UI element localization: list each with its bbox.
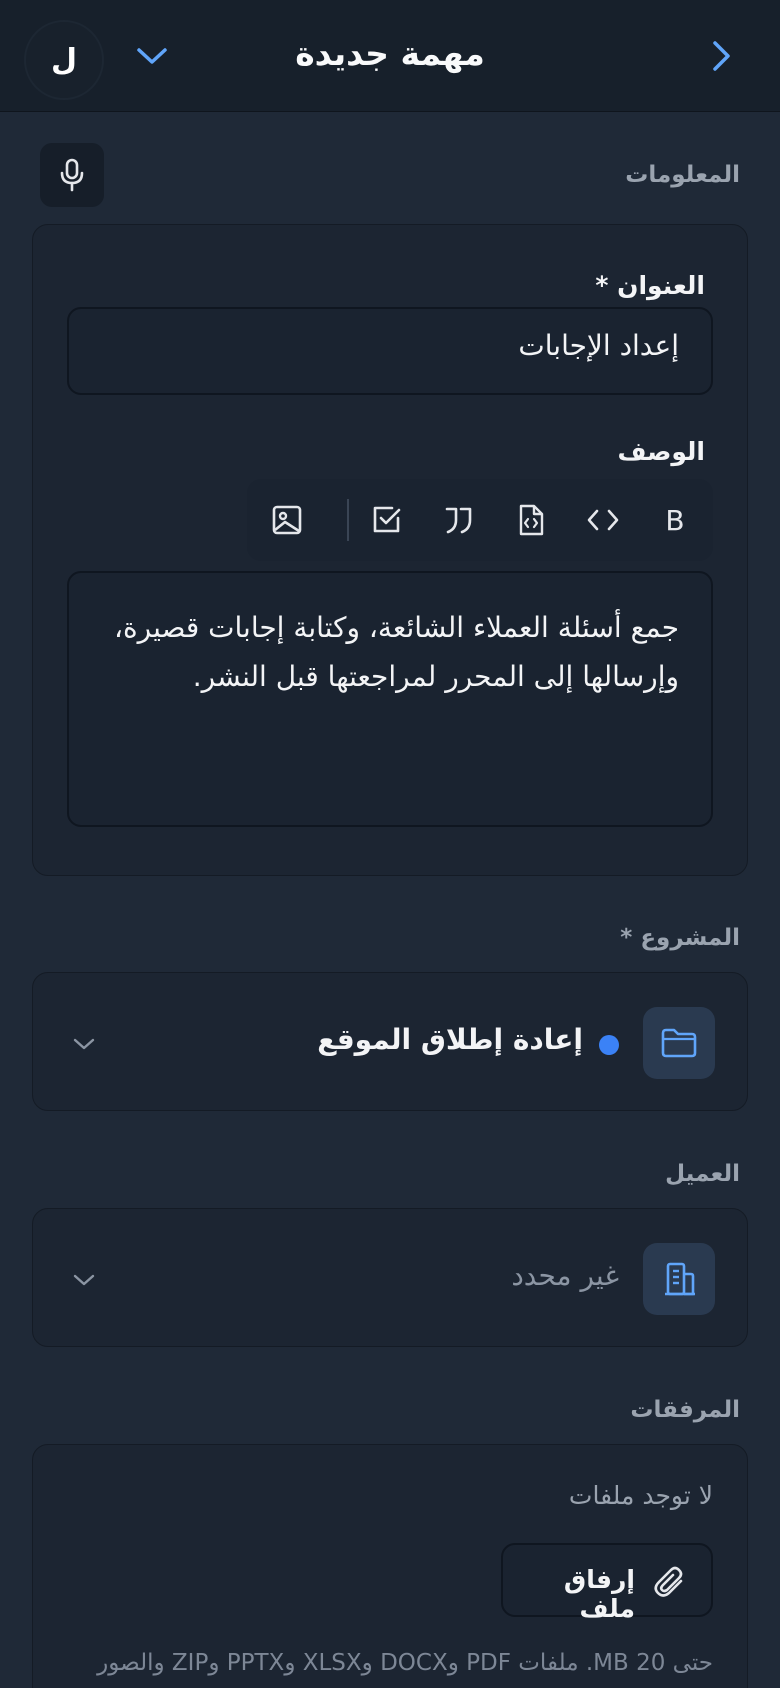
code-icon [587, 509, 619, 531]
client-dropdown-toggle[interactable] [71, 1267, 97, 1293]
code-button[interactable] [583, 500, 623, 540]
no-files-text: لا توجد ملفات [568, 1481, 713, 1510]
chevron-down-icon [73, 1274, 95, 1286]
code-block-button[interactable] [511, 500, 551, 540]
client-select[interactable]: غير محدد [32, 1208, 748, 1347]
checkbox-icon [373, 506, 401, 533]
building-icon [665, 1262, 695, 1296]
project-section-label: المشروع * [620, 925, 740, 951]
image-icon [272, 505, 302, 535]
title-input[interactable]: إعداد الإجابات [67, 307, 713, 395]
project-icon-box [643, 1007, 715, 1079]
title-input-value: إعداد الإجابات [518, 329, 679, 362]
microphone-icon [60, 158, 84, 192]
voice-input-button[interactable] [40, 143, 104, 207]
description-field-label: الوصف [617, 437, 705, 466]
client-icon-box [643, 1243, 715, 1315]
attachments-help-text: حتى 20 MB. ملفات PDF وDOCX وXLSX وPPTX و… [97, 1650, 713, 1676]
client-selected-value: غير محدد [511, 1259, 619, 1292]
description-text: جمع أسئلة العملاء الشائعة، وكتابة إجابات… [113, 611, 679, 693]
formatting-toolbar: B [247, 479, 713, 561]
attach-file-button[interactable]: إرفاق ملف [501, 1543, 713, 1623]
info-card: العنوان * إعداد الإجابات الوصف B جمع أسئ… [32, 224, 748, 876]
page-title: مهمة جديدة [295, 34, 485, 73]
description-editor[interactable]: جمع أسئلة العملاء الشائعة، وكتابة إجابات… [67, 571, 713, 827]
attachments-section-label: المرفقات [630, 1397, 740, 1423]
folder-icon [661, 1028, 697, 1058]
top-bar: مهمة جديدة ل [0, 0, 780, 112]
avatar[interactable]: ل [24, 20, 104, 100]
quote-button[interactable] [439, 500, 479, 540]
quote-icon [445, 507, 472, 534]
chevron-down-icon [73, 1038, 95, 1050]
project-dropdown-toggle[interactable] [71, 1031, 97, 1057]
bold-icon: B [665, 503, 685, 537]
chevron-down-icon [137, 48, 167, 64]
bold-button[interactable]: B [655, 500, 695, 540]
code-file-icon [519, 504, 544, 536]
attach-file-label: إرفاق ملف [563, 1565, 635, 1623]
title-dropdown-button[interactable] [132, 38, 172, 74]
toolbar-divider [347, 499, 349, 541]
checklist-button[interactable] [367, 500, 407, 540]
project-color-dot [599, 1035, 619, 1055]
title-field-label: العنوان * [595, 271, 705, 300]
project-selected-value: إعادة إطلاق الموقع [317, 1023, 583, 1056]
info-section-label: المعلومات [625, 162, 740, 188]
project-select[interactable]: إعادة إطلاق الموقع [32, 972, 748, 1111]
paperclip-icon [654, 1566, 683, 1597]
client-section-label: العميل [665, 1161, 740, 1187]
attachments-card: لا توجد ملفات إرفاق ملف حتى 20 MB. ملفات… [32, 1444, 748, 1688]
image-button[interactable] [267, 500, 307, 540]
